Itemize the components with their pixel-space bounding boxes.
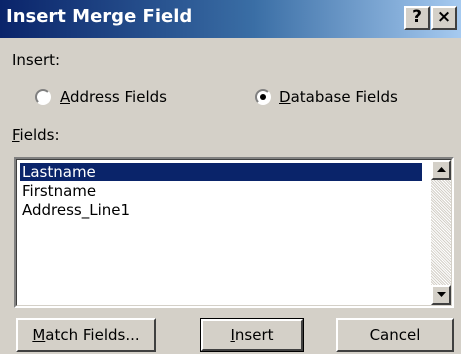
arrow-up-icon [437,167,446,172]
scroll-up-button[interactable] [431,160,451,180]
fields-rest: ields: [19,126,60,144]
window-title: Insert Merge Field [6,6,193,27]
insert-rest: nsert [234,326,274,344]
address-fields-mnemonic: A [60,88,70,106]
match-fields-rest: atch Fields... [45,326,140,344]
fields-listbox[interactable]: Lastname Firstname Address_Line1 [14,157,454,308]
database-fields-mnemonic: D [279,88,291,106]
radio-selected-dot [260,94,266,100]
scroll-down-button[interactable] [431,285,451,305]
vertical-scrollbar[interactable] [431,160,451,305]
insert-label: Insert: [12,51,61,69]
address-fields-rest: ddress Fields [70,88,167,106]
database-fields-label[interactable]: Database Fields [279,88,398,106]
help-button[interactable]: ? [404,6,430,30]
insert-button-face: Insert [201,319,303,351]
radio-address-fields[interactable] [35,89,51,105]
list-item[interactable]: Lastname [20,163,422,181]
listbox-frame: Lastname Firstname Address_Line1 [16,159,452,306]
cancel-button[interactable]: Cancel [336,318,454,352]
list-item[interactable]: Address_Line1 [20,201,130,219]
address-fields-label[interactable]: Address Fields [60,88,167,106]
list-item[interactable]: Firstname [20,182,96,200]
database-fields-rest: atabase Fields [290,88,398,106]
fields-mnemonic: F [12,126,20,144]
insert-button[interactable]: Insert [200,318,304,352]
insert-merge-field-dialog: Insert Merge Field ? × Insert: Address F… [0,0,461,354]
close-button[interactable]: × [431,6,457,30]
fields-label: Fields: [12,126,60,144]
arrow-down-icon [437,292,446,297]
radio-database-fields[interactable] [255,89,271,105]
match-fields-button[interactable]: Match Fields... [16,318,156,352]
title-bar[interactable]: Insert Merge Field ? × [0,0,461,38]
match-fields-mnemonic: M [32,326,46,344]
